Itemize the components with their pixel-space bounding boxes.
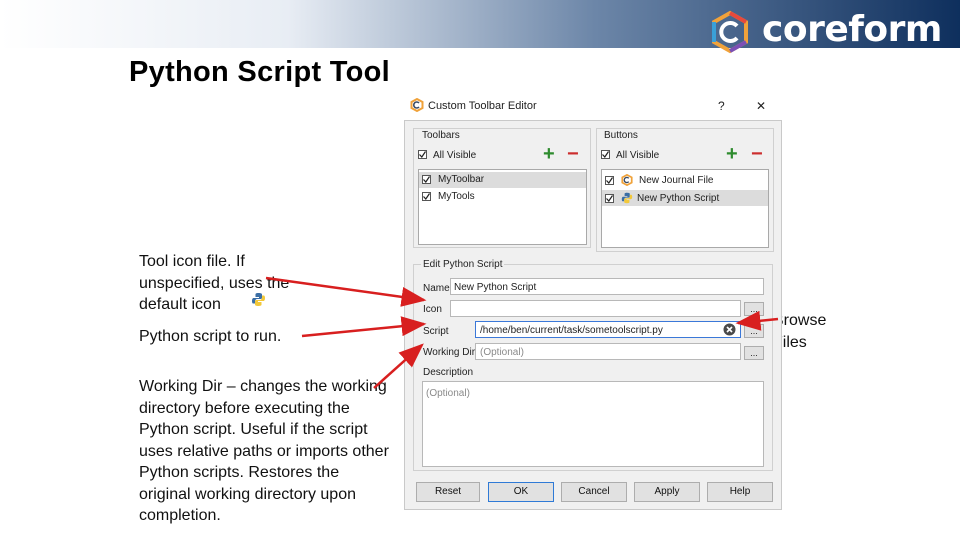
arrow-to-script-field — [301, 316, 427, 338]
annotation-arrows — [265, 276, 779, 389]
arrow-to-icon-field — [265, 276, 427, 307]
arrow-to-workdir-field — [373, 343, 424, 389]
arrow-to-browse-button — [735, 310, 779, 331]
